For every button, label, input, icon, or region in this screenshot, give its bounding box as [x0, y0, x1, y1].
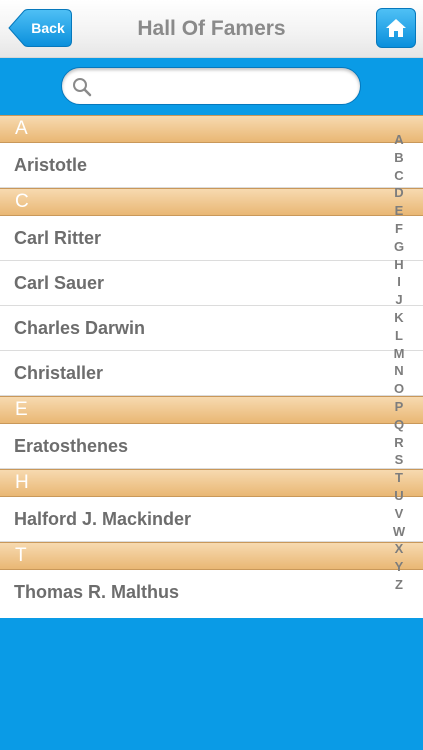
index-letter[interactable]: R	[388, 434, 410, 452]
list-item[interactable]: Eratosthenes	[0, 424, 423, 469]
back-button-label: Back	[31, 20, 65, 36]
index-letter[interactable]: Y	[388, 558, 410, 576]
index-letter[interactable]: L	[388, 327, 410, 345]
index-letter[interactable]: Q	[388, 416, 410, 434]
search-field[interactable]	[61, 67, 361, 105]
section-header-a: A	[0, 115, 423, 143]
alphabet-index[interactable]: A B C D E F G H I J K L M N O P Q R S T …	[388, 131, 410, 594]
index-letter[interactable]: H	[388, 256, 410, 274]
section-header-e: E	[0, 396, 423, 424]
index-letter[interactable]: T	[388, 469, 410, 487]
index-letter[interactable]: C	[388, 167, 410, 185]
list-item[interactable]: Thomas R. Malthus	[0, 570, 423, 615]
list-item[interactable]: Halford J. Mackinder	[0, 497, 423, 542]
page-title: Hall Of Famers	[137, 17, 286, 40]
index-letter[interactable]: P	[388, 398, 410, 416]
search-icon	[73, 78, 92, 97]
list-item[interactable]: Carl Ritter	[0, 216, 423, 261]
home-icon	[386, 19, 406, 37]
list-item[interactable]: Christaller	[0, 351, 423, 396]
section-header-h: H	[0, 469, 423, 497]
index-letter[interactable]: D	[388, 184, 410, 202]
index-letter[interactable]: S	[388, 451, 410, 469]
search-input[interactable]	[100, 72, 354, 102]
index-letter[interactable]: K	[388, 309, 410, 327]
famers-list: A Aristotle C Carl Ritter Carl Sauer Cha…	[0, 115, 423, 618]
index-letter[interactable]: N	[388, 362, 410, 380]
index-letter[interactable]: A	[388, 131, 410, 149]
index-letter[interactable]: U	[388, 487, 410, 505]
navigation-bar: Back Hall Of Famers	[0, 0, 423, 58]
section-header-c: C	[0, 188, 423, 216]
index-letter[interactable]: B	[388, 149, 410, 167]
index-letter[interactable]: I	[388, 273, 410, 291]
list-item[interactable]: Aristotle	[0, 143, 423, 188]
back-button[interactable]: Back	[8, 9, 72, 47]
index-letter[interactable]: W	[388, 523, 410, 541]
list-item[interactable]: Charles Darwin	[0, 306, 423, 351]
index-letter[interactable]: X	[388, 540, 410, 558]
section-header-t: T	[0, 542, 423, 570]
index-letter[interactable]: G	[388, 238, 410, 256]
index-letter[interactable]: Z	[388, 576, 410, 594]
index-letter[interactable]: V	[388, 505, 410, 523]
index-letter[interactable]: F	[388, 220, 410, 238]
list-item[interactable]: Carl Sauer	[0, 261, 423, 306]
index-letter[interactable]: E	[388, 202, 410, 220]
home-button[interactable]	[376, 8, 416, 48]
index-letter[interactable]: M	[388, 345, 410, 363]
search-bar	[0, 58, 423, 115]
index-letter[interactable]: O	[388, 380, 410, 398]
index-letter[interactable]: J	[388, 291, 410, 309]
